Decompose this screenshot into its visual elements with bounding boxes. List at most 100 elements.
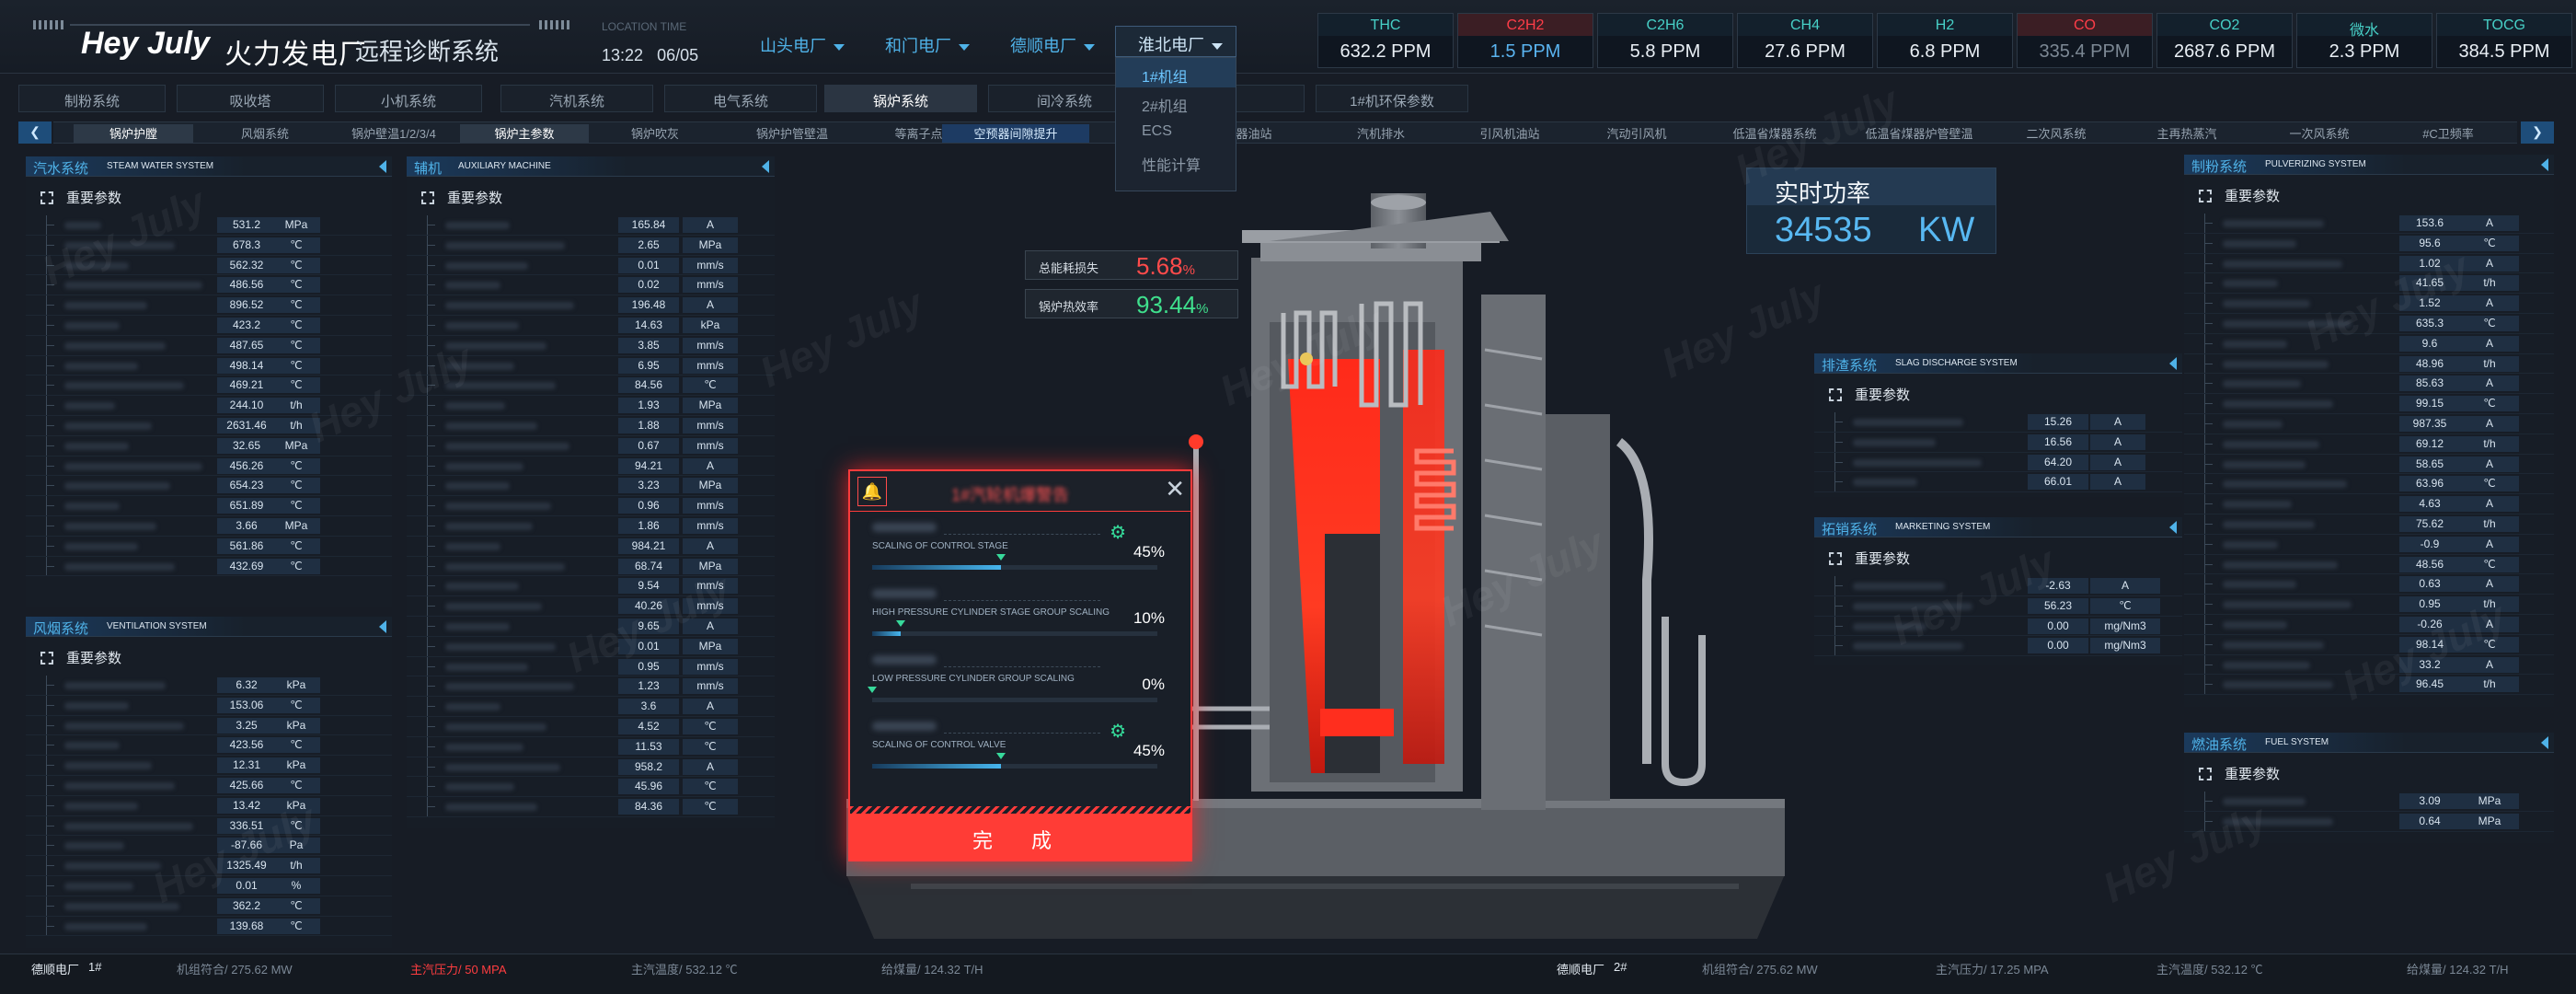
param-label-redacted — [1853, 438, 1936, 446]
submenu-item[interactable]: 风烟系统 — [201, 124, 329, 143]
submenu-item[interactable]: 低温省煤器炉管壁温 — [1846, 124, 1993, 143]
param-value: 0.95 — [618, 658, 679, 675]
panel-title: 风烟系统 — [33, 621, 89, 637]
collapse-icon[interactable] — [379, 160, 386, 173]
tree-connector — [46, 315, 55, 335]
plant-selector-shantou[interactable]: 山头电厂 — [760, 33, 845, 57]
tree-connector — [1834, 616, 1844, 636]
collapse-icon[interactable] — [2541, 736, 2548, 749]
collapse-icon[interactable] — [2169, 521, 2177, 534]
param-value: 987.35 — [2399, 415, 2460, 432]
submenu-item[interactable]: 锅炉主参数 — [460, 124, 589, 143]
expand-icon[interactable] — [2199, 768, 2212, 780]
param-label-redacted — [445, 663, 528, 671]
submenu-item[interactable]: 锅炉吹灰 — [591, 124, 719, 143]
submenu-item[interactable]: 锅炉护膛 — [74, 124, 193, 143]
param-value: 2.65 — [618, 237, 679, 253]
collapse-icon[interactable] — [762, 160, 769, 173]
dropdown-item-performance[interactable]: 性能计算 — [1116, 146, 1236, 176]
dropdown-item-ecs[interactable]: ECS — [1116, 117, 1236, 146]
confirm-button[interactable]: 完 成 — [850, 814, 1190, 860]
tree-connector — [1834, 432, 1844, 452]
param-unit: A — [2090, 433, 2145, 450]
expand-icon[interactable] — [40, 191, 53, 204]
param-row: -0.26 A — [2184, 614, 2554, 635]
param-label-redacted — [1853, 642, 1963, 651]
expand-icon[interactable] — [2199, 190, 2212, 202]
scaling-name-redacted — [872, 589, 937, 598]
footer-load-1: 机组符合/ 275.62 MW — [177, 963, 293, 977]
param-unit: A — [683, 217, 738, 233]
menu-boiler[interactable]: 锅炉系统 — [824, 85, 977, 112]
dropdown-item-unit1[interactable]: 1#机组 — [1116, 58, 1236, 87]
collapse-icon[interactable] — [379, 620, 386, 633]
plant-selector-hemen[interactable]: 和门电厂 — [885, 33, 970, 57]
dropdown-item-unit2[interactable]: 2#机组 — [1116, 87, 1236, 117]
collapse-icon[interactable] — [2169, 357, 2177, 370]
submenu-item[interactable]: 二次风系统 — [1996, 124, 2116, 143]
param-value: 68.74 — [618, 558, 679, 574]
tree-connector — [427, 797, 436, 816]
submenu-item[interactable]: 主再热蒸汽 — [2127, 124, 2247, 143]
scaling-progress-track — [872, 753, 1157, 769]
panel-subtitle: 重要参数 — [40, 648, 121, 667]
param-label-redacted — [2223, 661, 2310, 669]
param-value: 0.67 — [618, 437, 679, 454]
menu-electrical[interactable]: 电气系统 — [664, 85, 817, 112]
panel-subtitle: 重要参数 — [421, 188, 502, 207]
tree-connector — [46, 496, 55, 515]
menu-small-turbine[interactable]: 小机系统 — [335, 85, 482, 112]
param-label-redacted — [445, 583, 519, 591]
chevron-left-icon[interactable]: ❮ — [18, 121, 52, 144]
param-row: 6.32 kPa — [26, 676, 392, 696]
burner-grid — [1320, 709, 1394, 736]
param-label-redacted — [64, 241, 175, 249]
param-row: 423.2 ℃ — [26, 315, 392, 336]
param-value: 0.01 — [618, 257, 679, 273]
scaling-progress-fill — [872, 565, 1001, 570]
param-value: -87.66 — [217, 838, 276, 854]
close-icon[interactable]: ✕ — [1165, 475, 1185, 503]
param-list: 153.6 A 95.6 ℃ 1.02 A 41.65 t/h 1.52 A 635.3 ℃ 9.6 A 4… — [2184, 214, 2554, 696]
param-label-redacted — [1853, 419, 1963, 426]
dashed-line — [944, 666, 1100, 667]
param-unit: A — [2460, 215, 2519, 231]
param-value: 41.65 — [2399, 275, 2460, 292]
menu-env-params[interactable]: 1#机环保参数 — [1316, 85, 1468, 112]
param-row: 0.01 MPa — [407, 636, 775, 657]
submenu-item[interactable]: #C卫频率 — [2388, 124, 2508, 143]
param-row: 6.95 mm/s — [407, 355, 775, 376]
collapse-icon[interactable] — [2541, 158, 2548, 171]
expand-icon[interactable] — [1829, 388, 1842, 401]
param-label-redacted — [445, 321, 519, 329]
param-row: 40.26 mm/s — [407, 596, 775, 617]
param-label-redacted — [445, 482, 510, 491]
progress-marker-icon — [868, 687, 877, 693]
chevron-right-icon[interactable]: ❯ — [2521, 121, 2554, 144]
param-unit: mm/s — [683, 417, 738, 433]
param-row: 32.65 MPa — [26, 435, 392, 457]
param-row: 0.01% — [26, 875, 392, 896]
expand-icon[interactable] — [1829, 552, 1842, 565]
submenu-item[interactable]: 一次风系统 — [2260, 124, 2379, 143]
expand-icon[interactable] — [421, 191, 434, 204]
expand-icon[interactable] — [40, 652, 53, 665]
param-value: 45.96 — [618, 779, 679, 795]
param-unit: A — [2460, 496, 2519, 513]
plant-selector-huaibei[interactable]: 淮北电厂 — [1115, 26, 1236, 57]
tree-connector — [2204, 253, 2214, 273]
param-unit: mm/s — [683, 578, 738, 595]
param-value: 3.25 — [217, 717, 276, 734]
progress-marker-icon — [896, 620, 905, 627]
menu-absorber[interactable]: 吸收塔 — [177, 85, 324, 112]
plant-selector-deshun[interactable]: 德顺电厂 — [1010, 33, 1095, 57]
param-unit: ℃ — [272, 377, 320, 394]
menu-pulverizing[interactable]: 制粉系统 — [18, 85, 166, 112]
menu-turbine[interactable]: 汽机系统 — [500, 85, 653, 112]
param-value: 486.56 — [217, 277, 276, 294]
param-label-redacted — [64, 282, 202, 290]
param-unit: kPa — [683, 317, 738, 333]
param-label-redacted — [2223, 581, 2296, 589]
submenu-item[interactable]: 锅炉壁温1/2/3/4 — [329, 124, 458, 143]
tree-connector — [46, 255, 55, 275]
